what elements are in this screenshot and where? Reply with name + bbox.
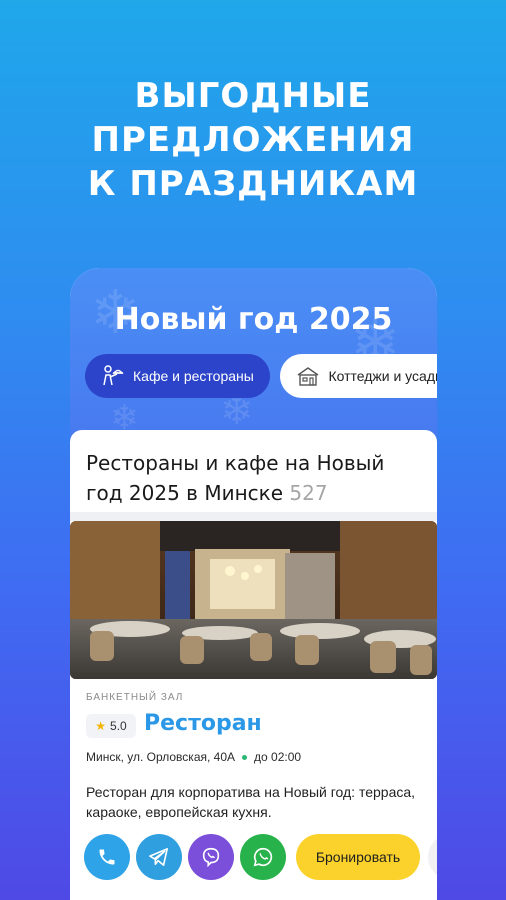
rating-badge: ★ 5.0 [86,714,136,738]
rating-value: 5.0 [110,719,127,733]
venue-category: БАНКЕТНЫЙ ЗАЛ [86,692,184,703]
chip-label: Коттеджи и усадьбы [328,368,437,384]
open-status-dot [242,754,248,760]
category-chips: Кафе и рестораны Коттеджи и усадьбы [85,354,437,398]
venue-address-row: Минск, ул. Орловская, 40А до 02:00 [86,750,301,764]
viber-button[interactable] [188,834,234,880]
results-card: Рестораны и кафе на Новый год 2025 в Мин… [70,430,437,900]
viber-icon [202,847,220,868]
whatsapp-icon [253,847,273,867]
call-button[interactable] [84,834,130,880]
venue-address: Минск, ул. Орловская, 40А [86,750,236,764]
promo-headline: ВЫГОДНЫЕ ПРЕДЛОЖЕНИЯ К ПРАЗДНИКАМ [0,74,506,206]
page-title: Новый год 2025 [114,302,393,337]
phone-icon [99,849,115,865]
results-count: 527 [289,481,328,505]
venue-name-link[interactable]: Ресторан [144,711,262,736]
venue-photo[interactable] [70,521,437,679]
promo-line-1: ВЫГОДНЫЕ [134,76,372,116]
venue-hours: до 02:00 [254,750,302,764]
chip-cottages[interactable]: Коттеджи и усадьбы [280,354,437,398]
promo-line-3: К ПРАЗДНИКАМ [87,164,419,204]
section-title: Рестораны и кафе на Новый год 2025 в Мин… [86,448,406,508]
restaurant-interior-image [70,521,437,679]
section-title-text: Рестораны и кафе на Новый год 2025 в Мин… [86,451,385,505]
action-buttons: Бронировать [84,834,437,880]
phone-screen: ❄ ❄ ❄ ❄ Новый год 2025 Кафе и рестораны [70,268,437,900]
venue-description: Ресторан для корпоратива на Новый год: т… [86,784,416,820]
book-button[interactable]: Бронировать [296,834,420,880]
whatsapp-button[interactable] [240,834,286,880]
telegram-button[interactable] [136,834,182,880]
star-icon: ★ [95,719,107,733]
chip-cafes-restaurants[interactable]: Кафе и рестораны [85,354,270,398]
more-button[interactable] [428,834,437,880]
chip-label: Кафе и рестораны [133,368,254,384]
telegram-icon [149,848,168,866]
divider [70,512,437,521]
promo-line-2: ПРЕДЛОЖЕНИЯ [91,120,415,160]
waiter-icon [103,365,124,386]
house-icon [298,367,319,386]
